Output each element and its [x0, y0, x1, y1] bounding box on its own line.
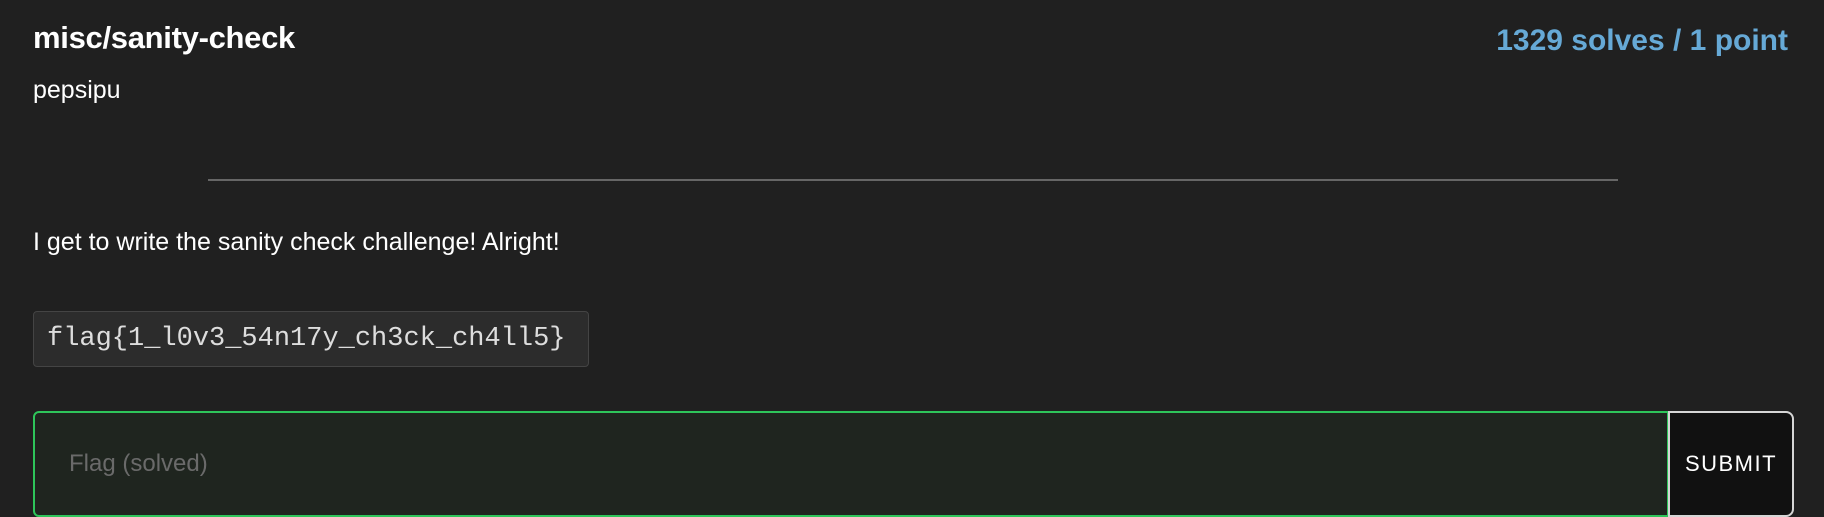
flag-input[interactable] — [33, 411, 1669, 517]
flag-code-block: flag{1_l0v3_54n17y_ch3ck_ch4ll5} — [33, 311, 589, 367]
challenge-author: pepsipu — [33, 76, 121, 104]
divider — [208, 179, 1618, 181]
solves-points: 1329 solves / 1 point — [1496, 24, 1788, 57]
challenge-title: misc/sanity-check — [33, 20, 295, 55]
challenge-description: I get to write the sanity check challeng… — [33, 228, 560, 256]
submit-button[interactable]: SUBMIT — [1668, 411, 1794, 517]
